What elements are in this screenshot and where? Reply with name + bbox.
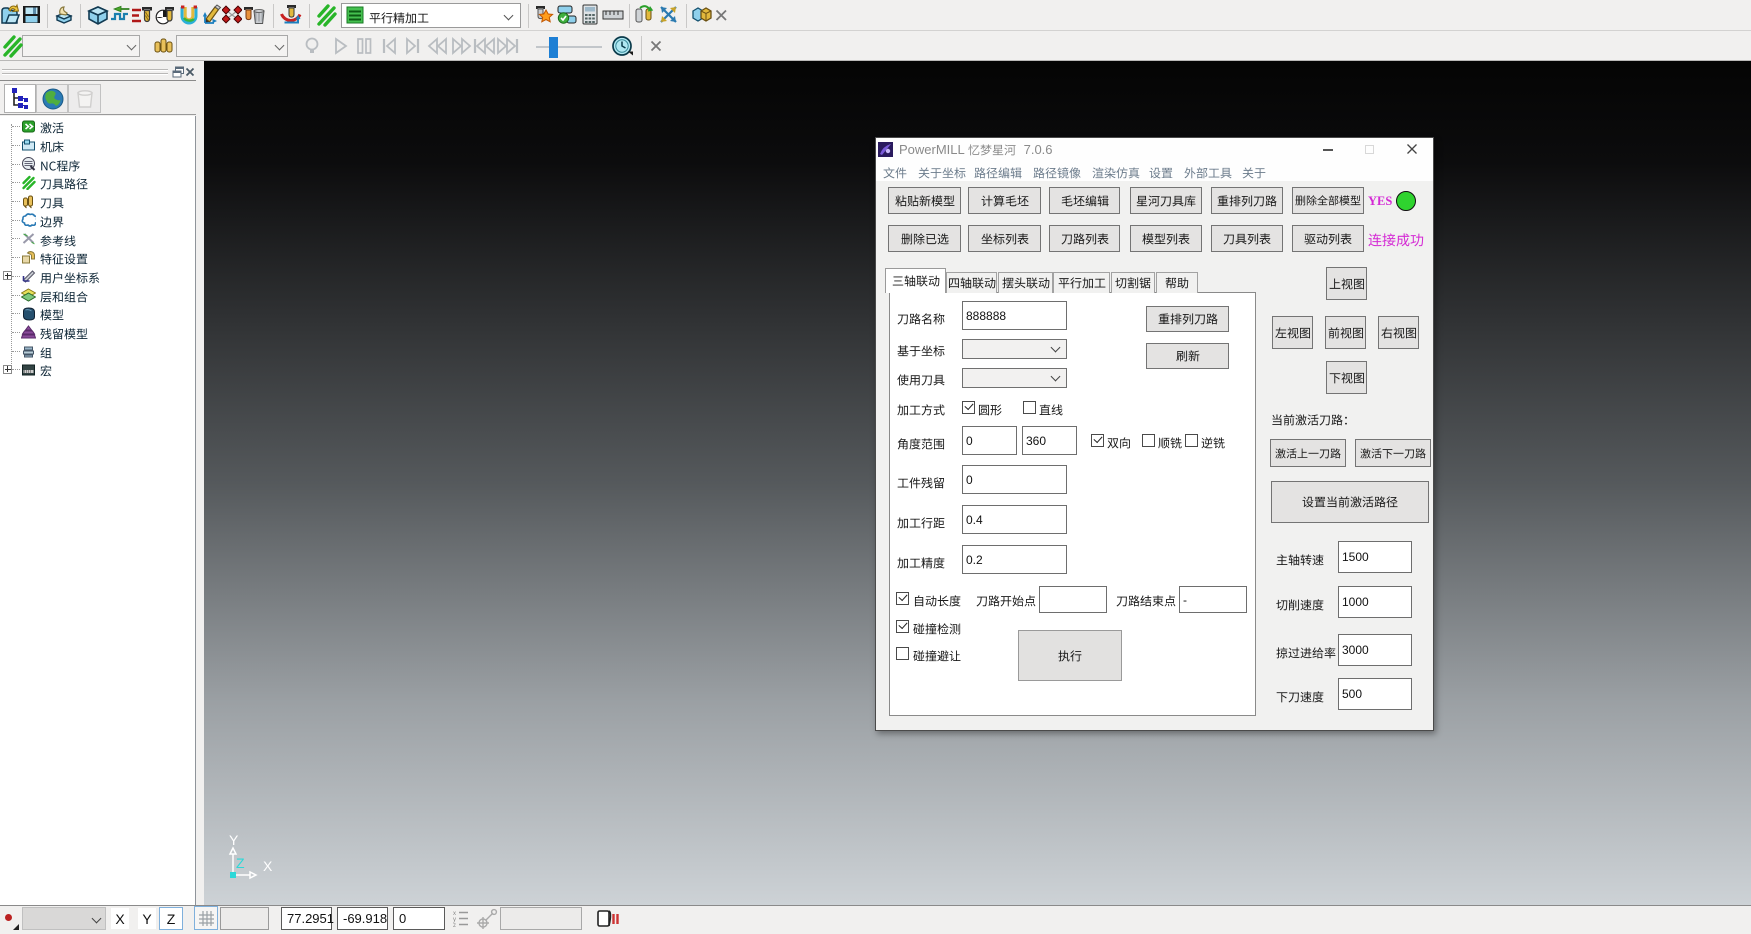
svg-text:X: X [263, 858, 273, 874]
svg-text:z: z [453, 923, 456, 929]
svg-text:Y: Y [229, 832, 239, 848]
svg-text:Z: Z [236, 855, 245, 871]
